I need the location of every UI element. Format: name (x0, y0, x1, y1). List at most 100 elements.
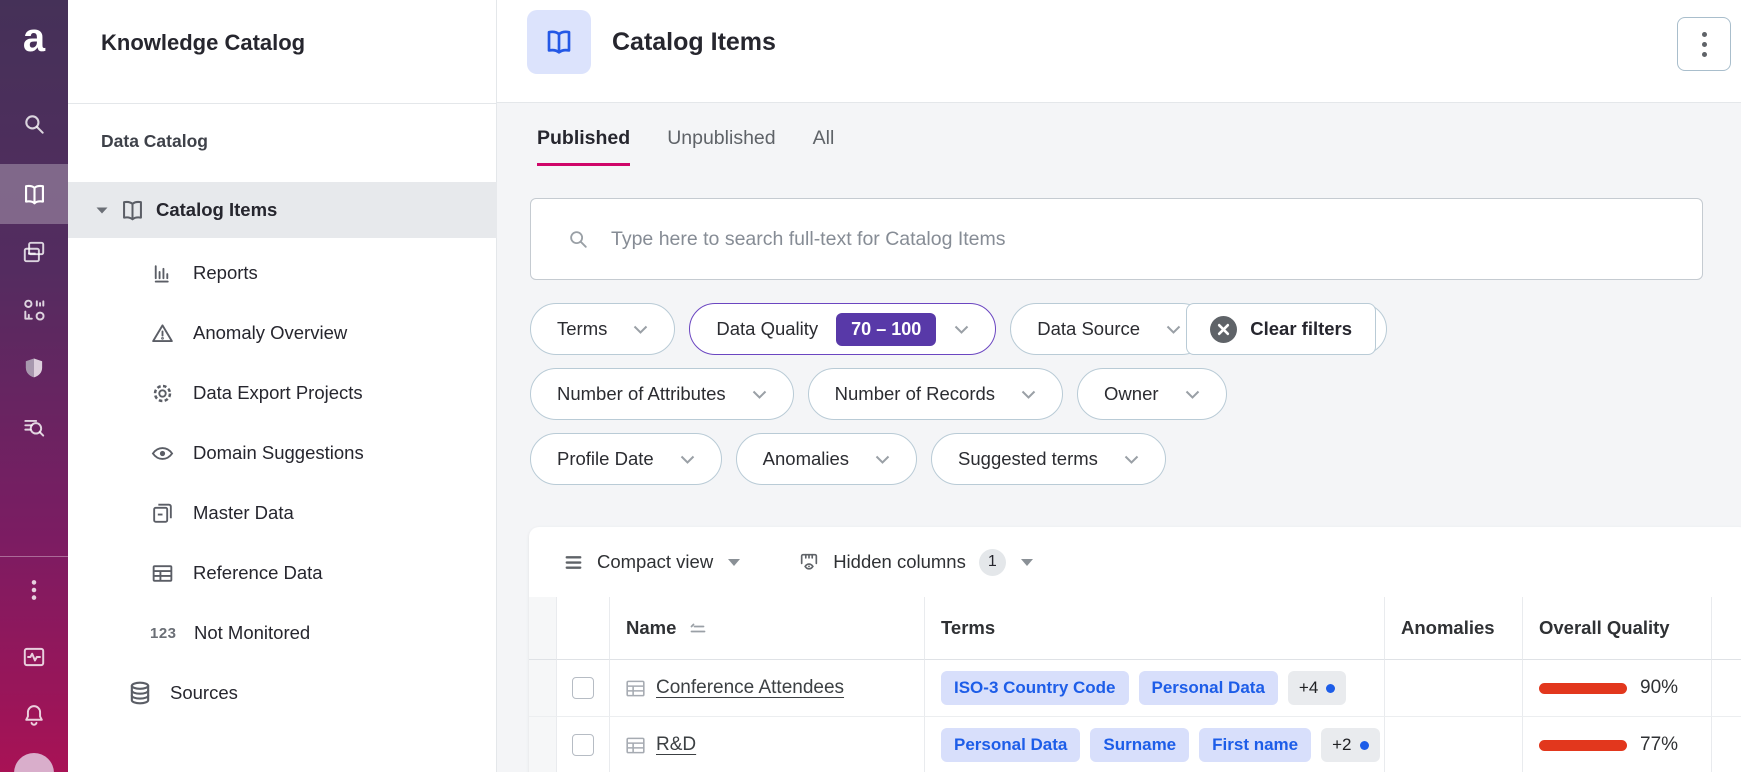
filter-label: Data Source (1037, 318, 1140, 340)
user-avatar[interactable] (14, 753, 54, 772)
chevron-down-icon (1021, 390, 1036, 399)
table-toolbar: Compact view Hidden columns 1 (529, 527, 1741, 597)
filter-row-2: Number of Attributes Number of Records O… (530, 368, 1387, 420)
tab-all[interactable]: All (813, 127, 835, 166)
filter-data-quality[interactable]: Data Quality 70 – 100 (689, 303, 996, 355)
sidebar-item-label: Domain Suggestions (193, 442, 364, 464)
term-badge[interactable]: Surname (1090, 728, 1189, 762)
filter-number-of-attributes[interactable]: Number of Attributes (530, 368, 794, 420)
filter-owner[interactable]: Owner (1077, 368, 1227, 420)
row-quality-cell: 77% (1523, 717, 1712, 772)
rail-search-item[interactable] (0, 100, 68, 148)
table-grid-icon (626, 680, 645, 697)
sidebar-item-reference-data[interactable]: Reference Data (68, 551, 497, 595)
row-gutter (529, 717, 557, 772)
clear-filters-button[interactable]: Clear filters (1186, 303, 1376, 355)
sidebar-item-not-monitored[interactable]: 123 Not Monitored (68, 611, 497, 655)
column-label: Overall Quality (1539, 617, 1670, 639)
table-icon (150, 561, 175, 586)
blue-dot-icon (1326, 684, 1335, 693)
sidebar-item-sources[interactable]: Sources (68, 671, 497, 715)
main-content: Catalog Items Published Unpublished All … (497, 0, 1741, 772)
row-checkbox-cell (557, 717, 610, 772)
rail-monitoring-item[interactable] (0, 633, 68, 681)
blue-dot-icon (1360, 741, 1369, 750)
column-label: Name (626, 617, 676, 639)
sidebar-item-domain-suggestions[interactable]: Domain Suggestions (68, 431, 497, 475)
page-title: Catalog Items (612, 28, 776, 57)
open-book-icon (119, 197, 146, 224)
sidebar-item-label: Master Data (193, 502, 294, 524)
tab-published[interactable]: Published (537, 127, 630, 166)
header-overall-quality: Overall Quality (1523, 597, 1712, 660)
term-badge[interactable]: First name (1199, 728, 1311, 762)
app-logo[interactable]: a (0, 12, 68, 64)
more-terms-count: +2 (1332, 735, 1351, 755)
term-badge[interactable]: Personal Data (941, 728, 1080, 762)
filter-label: Profile Date (557, 448, 654, 470)
sidebar-item-reports[interactable]: Reports (68, 251, 497, 295)
rail-data-quality-item[interactable] (0, 404, 68, 452)
open-book-icon (21, 181, 48, 208)
row-quality-cell: 90% (1523, 660, 1712, 717)
copy-pages-icon (21, 239, 47, 265)
filter-data-source[interactable]: Data Source (1010, 303, 1208, 355)
row-extra-cell (1712, 717, 1741, 772)
rail-more-item[interactable] (0, 566, 68, 614)
search-icon (567, 228, 589, 250)
org-graph-icon (21, 297, 47, 323)
sidebar-item-catalog-items[interactable]: Catalog Items (68, 182, 497, 238)
filter-terms[interactable]: Terms (530, 303, 675, 355)
sidebar-item-label: Reference Data (193, 562, 323, 584)
row-terms-cell: ISO-3 Country Code Personal Data +4 (925, 660, 1385, 717)
filter-suggested-terms[interactable]: Suggested terms (931, 433, 1166, 485)
bell-icon (21, 702, 47, 728)
quality-label: 77% (1640, 734, 1678, 756)
rail-documents-item[interactable] (0, 228, 68, 276)
tab-unpublished[interactable]: Unpublished (667, 127, 775, 166)
filter-profile-date[interactable]: Profile Date (530, 433, 722, 485)
catalog-item-link[interactable]: R&D (656, 734, 696, 756)
view-mode-dropdown[interactable]: Compact view (563, 551, 740, 573)
term-badge[interactable]: ISO-3 Country Code (941, 671, 1129, 705)
header-extra (1712, 597, 1741, 660)
rail-business-glossary-item[interactable] (0, 286, 68, 334)
header-name: Name (610, 597, 925, 660)
quality-label: 90% (1640, 677, 1678, 699)
header-anomalies: Anomalies (1385, 597, 1523, 660)
sidebar-item-master-data[interactable]: Master Data (68, 491, 497, 535)
quality-bar (1539, 740, 1627, 751)
sidebar-item-label: Data Export Projects (193, 382, 363, 404)
catalog-item-link[interactable]: Conference Attendees (656, 677, 844, 699)
filter-anomalies[interactable]: Anomalies (736, 433, 917, 485)
row-checkbox[interactable] (572, 677, 594, 699)
page-actions-button[interactable] (1677, 17, 1731, 71)
sort-icon[interactable] (690, 622, 711, 635)
chevron-down-icon[interactable] (95, 206, 109, 215)
search-input[interactable] (611, 228, 1702, 251)
rail-catalog-item[interactable] (0, 164, 68, 224)
chevron-down-icon (680, 455, 695, 464)
rail-policies-item[interactable] (0, 344, 68, 392)
rail-notifications-item[interactable] (0, 691, 68, 739)
sidebar-item-data-export-projects[interactable]: Data Export Projects (68, 371, 497, 415)
header-checkbox (557, 597, 610, 660)
table-row[interactable]: R&D Personal Data Surname First name +2 … (529, 717, 1741, 772)
row-checkbox[interactable] (572, 734, 594, 756)
table-row[interactable]: Conference Attendees ISO-3 Country Code … (529, 660, 1741, 717)
more-terms-badge[interactable]: +2 (1321, 728, 1379, 762)
sidebar-item-label: Catalog Items (156, 199, 277, 221)
row-name-cell: Conference Attendees (610, 660, 925, 717)
column-label: Anomalies (1401, 617, 1495, 639)
chevron-down-icon (752, 390, 767, 399)
database-icon (126, 679, 154, 707)
filter-label: Owner (1104, 383, 1159, 405)
term-badge[interactable]: Personal Data (1139, 671, 1278, 705)
bar-chart-icon (150, 261, 175, 286)
hidden-columns-dropdown[interactable]: Hidden columns 1 (798, 549, 1033, 576)
more-terms-badge[interactable]: +4 (1288, 671, 1346, 705)
sidebar-item-label: Sources (170, 682, 238, 704)
filter-number-of-records[interactable]: Number of Records (808, 368, 1063, 420)
chevron-down-icon (1185, 390, 1200, 399)
sidebar-item-anomaly-overview[interactable]: Anomaly Overview (68, 311, 497, 355)
